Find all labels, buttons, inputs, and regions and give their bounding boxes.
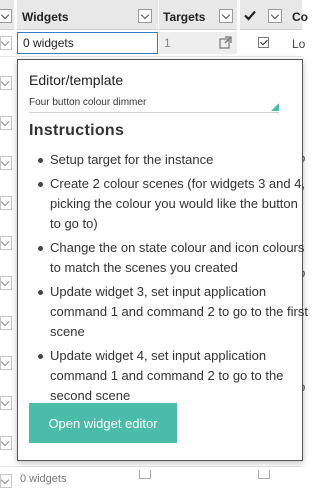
row-divider	[0, 466, 302, 467]
row-dropdown-icon[interactable]	[0, 436, 12, 450]
bottom-row-checkbox[interactable]	[258, 470, 270, 479]
external-link-icon[interactable]	[219, 36, 232, 49]
row-dropdown-icon[interactable]	[0, 116, 12, 130]
row-dropdown-icon[interactable]	[0, 316, 12, 330]
editor-template-label: Editor/template	[29, 72, 124, 88]
instruction-item: Change the on state colour and icon colo…	[38, 238, 312, 278]
instruction-item: Create 2 colour scenes (for widgets 3 an…	[38, 174, 312, 234]
instruction-item: Update widget 4, set input application c…	[38, 346, 312, 406]
row-dropdown-icon[interactable]	[0, 76, 12, 90]
row-dropdown-icon[interactable]	[0, 36, 12, 50]
next-column-cell: Lo	[292, 37, 306, 51]
instructions-list: Setup target for the instance Create 2 c…	[30, 150, 312, 410]
instructions-heading: Instructions	[29, 122, 125, 139]
bottom-row-widgets-cell: 0 widgets	[20, 473, 67, 485]
open-widget-editor-button[interactable]: Open widget editor	[29, 403, 177, 443]
header-select: Co	[240, 0, 308, 30]
widget-template-popup: Editor/template Four button colour dimme…	[17, 59, 308, 461]
bottom-row-targets-edge	[139, 470, 151, 479]
targets-cell[interactable]: 1	[159, 32, 237, 54]
next-column-header[interactable]: Co	[292, 10, 308, 24]
gutter-dropdown-icon[interactable]	[0, 9, 12, 23]
row-divider	[0, 56, 302, 57]
targets-filter-dropdown-icon[interactable]	[219, 9, 233, 23]
row-dropdown-icon[interactable]	[0, 156, 12, 170]
row-dropdown-icon[interactable]	[0, 236, 12, 250]
row-select-checkbox[interactable]	[258, 37, 269, 48]
select-all-check-icon[interactable]	[244, 10, 256, 21]
widgets-filter-dropdown-icon[interactable]	[138, 9, 152, 23]
resize-corner-icon	[271, 103, 279, 111]
targets-column-header[interactable]: Targets	[163, 10, 205, 24]
widgets-cell-input[interactable]: 0 widgets	[17, 32, 158, 54]
template-select-value: Four button colour dimmer	[29, 97, 147, 108]
header-targets: Targets	[159, 0, 237, 30]
widgets-table: Widgets Targets Co 0 widgets 1 Lo Lo Lo	[0, 0, 308, 493]
row-dropdown-icon[interactable]	[0, 474, 12, 488]
row-dropdown-icon[interactable]	[0, 276, 12, 290]
row-dropdown-icon[interactable]	[0, 196, 12, 210]
select-filter-dropdown-icon[interactable]	[268, 9, 282, 23]
row-dropdown-icon[interactable]	[0, 396, 12, 410]
template-select[interactable]: Four button colour dimmer	[29, 96, 279, 113]
instruction-item: Update widget 3, set input application c…	[38, 282, 312, 342]
header-gutter	[0, 0, 14, 30]
row-dropdown-icon[interactable]	[0, 356, 12, 370]
instruction-item: Setup target for the instance	[38, 150, 312, 170]
widgets-column-header[interactable]: Widgets	[22, 10, 69, 24]
header-widgets: Widgets	[17, 0, 158, 30]
targets-count: 1	[164, 36, 171, 50]
